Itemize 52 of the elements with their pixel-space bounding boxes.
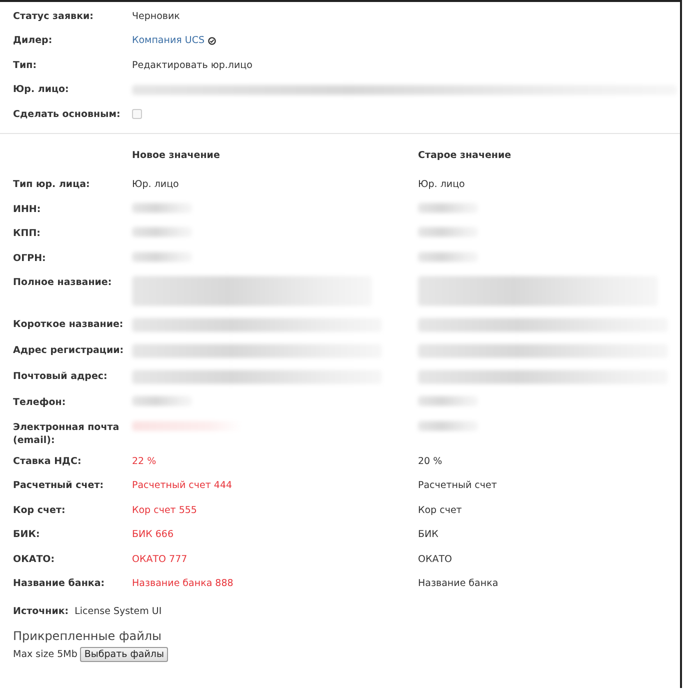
redacted-value xyxy=(418,252,478,262)
field-value: Черновик xyxy=(132,10,180,22)
field-label: Почтовый адрес: xyxy=(13,371,108,382)
old-value: Расчетный счет xyxy=(418,480,497,491)
choose-files-button[interactable]: Выбрать файлы xyxy=(80,646,168,662)
redacted-value xyxy=(418,396,478,406)
field-label: Телефон: xyxy=(13,397,66,408)
new-value: Название банка 888 xyxy=(132,578,234,589)
old-value: 20 % xyxy=(418,456,442,466)
new-value: БИК 666 xyxy=(132,529,174,540)
new-value: Юр. лицо xyxy=(132,179,179,190)
field-label: ОКАТО: xyxy=(13,554,55,564)
field-label: Короткое название: xyxy=(13,319,124,330)
field-label: Адрес регистрации: xyxy=(13,345,124,356)
check-circle-icon xyxy=(208,36,216,45)
field-label: Статус заявки: xyxy=(13,10,94,22)
field-label: ОГРН: xyxy=(13,252,46,264)
column-heading: Старое значение xyxy=(418,150,512,160)
field-label: Источник: xyxy=(13,606,69,616)
field-label: Название банка: xyxy=(13,578,105,589)
field-label: Юр. лицо: xyxy=(13,84,70,96)
new-value: Расчетный счет 444 xyxy=(132,480,232,491)
field-label: Полное название: xyxy=(13,277,112,288)
column-heading: Новое значение xyxy=(132,150,221,160)
section-title: Прикрепленные файлы xyxy=(13,628,163,642)
redacted-value xyxy=(418,227,478,237)
redacted-value xyxy=(418,202,478,212)
field-label: БИК: xyxy=(13,529,40,540)
field-label: Дилер: xyxy=(13,35,54,46)
old-value: ОКАТО xyxy=(418,554,452,564)
new-value: ОКАТО 777 xyxy=(132,554,188,564)
size-hint: Max size 5Mb xyxy=(13,648,78,660)
old-value: Название банка xyxy=(418,578,498,589)
field-label: ИНН: xyxy=(13,204,41,214)
dealer-link[interactable]: Компания UCS xyxy=(132,35,204,46)
field-label: Расчетный счет: xyxy=(13,480,104,491)
field-label: Сделать основным: xyxy=(13,108,122,120)
field-label: Тип: xyxy=(13,60,38,71)
field-value: License System UI xyxy=(74,606,162,616)
new-value: Кор счет 555 xyxy=(132,504,197,516)
field-label: Ставка НДС: xyxy=(13,456,82,466)
field-value: Редактировать юр.лицо xyxy=(132,60,252,71)
old-value: Кор счет xyxy=(418,504,462,516)
redacted-value xyxy=(418,420,478,430)
field-label: Электронная почта (email): xyxy=(13,422,120,446)
field-label: КПП: xyxy=(13,228,40,239)
old-value: Юр. лицо xyxy=(418,179,465,190)
new-value: 22 % xyxy=(132,456,156,466)
field-label: Тип юр. лица: xyxy=(13,179,90,190)
old-value: БИК xyxy=(418,529,438,540)
checkbox[interactable] xyxy=(132,109,142,120)
field-label: Кор счет: xyxy=(13,504,66,516)
